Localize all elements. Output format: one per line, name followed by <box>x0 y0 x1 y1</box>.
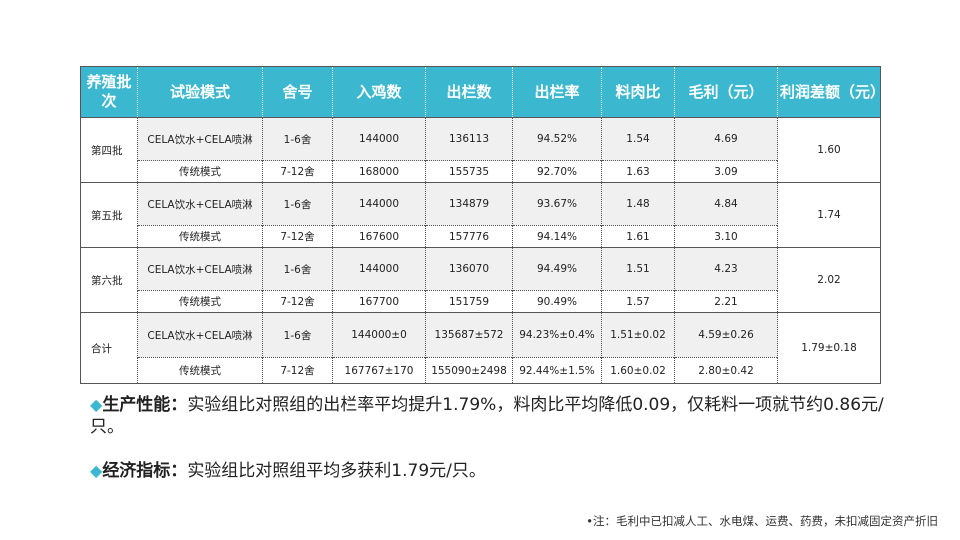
table-cell: 92.44%±1.5% <box>512 357 602 384</box>
table-cell: 134879 <box>425 182 513 226</box>
footnote: •注：毛利中已扣减人工、水电煤、运费、药费，未扣减固定资产折旧 <box>586 514 938 528</box>
table-cell: 136070 <box>425 247 513 291</box>
table-cell: CELA饮水+CELA喷淋 <box>137 312 263 358</box>
table-cell: 144000 <box>332 117 426 161</box>
table-cell: 7-12舍 <box>262 160 333 183</box>
batch-cell: 第六批 <box>80 247 138 313</box>
table-cell: 7-12舍 <box>262 225 333 248</box>
table-cell: 136113 <box>425 117 513 161</box>
table-cell: 144000 <box>332 247 426 291</box>
table-cell: 传统模式 <box>137 290 263 313</box>
table-cell: 157776 <box>425 225 513 248</box>
table-row: 合计 CELA饮水+CELA喷淋 1-6舍 144000±0 135687±572 94.… <box>80 312 881 384</box>
batch-cell: 合计 <box>80 312 138 384</box>
table-cell: 1.61 <box>601 225 675 248</box>
profit-diff-cell: 2.02 <box>777 247 881 313</box>
table-header-row: 养殖批次 试验模式 舍号 入鸡数 出栏数 出栏率 料肉比 毛利（元） 利润差额（元） <box>80 66 885 118</box>
column-header: 料肉比 <box>601 66 675 118</box>
table-cell: CELA饮水+CELA喷淋 <box>137 247 263 291</box>
column-header: 利润差额（元） <box>777 66 885 118</box>
table-cell: 167767±170 <box>332 357 426 384</box>
table-cell: 151759 <box>425 290 513 313</box>
performance-label: 生产性能： <box>102 395 188 415</box>
diamond-bullet-icon: ◆ <box>90 395 103 414</box>
table-cell: 168000 <box>332 160 426 183</box>
performance-text: 实验组比对照组的出栏率平均提升1.79%，料肉比平均降低0.09，仅耗料一项就节… <box>90 395 884 437</box>
results-table: 养殖批次 试验模式 舍号 入鸡数 出栏数 出栏率 料肉比 毛利（元） 利润差额（元） 第四批 CE… <box>80 66 885 384</box>
table-cell: 1.63 <box>601 160 675 183</box>
table-cell: 144000 <box>332 182 426 226</box>
batch-cell: 第四批 <box>80 117 138 183</box>
profit-diff-cell: 1.74 <box>777 182 881 248</box>
table-cell: 传统模式 <box>137 357 263 384</box>
table-cell: 7-12舍 <box>262 290 333 313</box>
table-row: 传统模式 7-12舍 168000 155735 92.70% 1.63 3.09 <box>81 160 881 183</box>
table-cell: 3.09 <box>674 160 778 183</box>
table-cell: 93.67% <box>512 182 602 226</box>
table-row: 传统模式 7-12舍 167700 151759 90.49% 1.57 2.21 <box>81 290 881 313</box>
table-row: 第六批 CELA饮水+CELA喷淋 1-6舍 144000 136070 94.49% 1.… <box>80 247 881 313</box>
table-cell: CELA饮水+CELA喷淋 <box>137 117 263 161</box>
table-cell: 1-6舍 <box>262 312 333 358</box>
table-cell: 1.51±0.02 <box>601 312 675 358</box>
table-cell: 1-6舍 <box>262 182 333 226</box>
table-body: 第四批 CELA饮水+CELA喷淋 1-6舍 144000 136113 94.52% 1.… <box>80 117 881 384</box>
table-cell: 144000±0 <box>332 312 426 358</box>
column-header: 试验模式 <box>137 66 263 118</box>
batch-cell: 第五批 <box>80 182 138 248</box>
table-cell: 2.21 <box>674 290 778 313</box>
table-row: 传统模式 7-12舍 167767±170 155090±2498 92.44%±1.5… <box>81 357 881 384</box>
column-header: 舍号 <box>262 66 333 118</box>
table-cell: 1-6舍 <box>262 247 333 291</box>
profit-diff-cell: 1.60 <box>777 117 881 183</box>
table-cell: 2.80±0.42 <box>674 357 778 384</box>
table-cell: 4.84 <box>674 182 778 226</box>
table-cell: 135687±572 <box>425 312 513 358</box>
economic-text: 实验组比对照组平均多获利1.79元/只。 <box>187 461 486 481</box>
table-row: 传统模式 7-12舍 167600 157776 94.14% 1.61 3.10 <box>81 225 881 248</box>
table-cell: 传统模式 <box>137 160 263 183</box>
table-cell: 1.48 <box>601 182 675 226</box>
table-cell: 1.60±0.02 <box>601 357 675 384</box>
table-cell: 155090±2498 <box>425 357 513 384</box>
table-cell: 92.70% <box>512 160 602 183</box>
table-cell: 传统模式 <box>137 225 263 248</box>
diamond-bullet-icon: ◆ <box>90 461 103 480</box>
economic-note: ◆经济指标：实验组比对照组平均多获利1.79元/只。 <box>90 460 900 482</box>
table-cell: 4.69 <box>674 117 778 161</box>
table-cell: 4.23 <box>674 247 778 291</box>
table-row: 第四批 CELA饮水+CELA喷淋 1-6舍 144000 136113 94.52% 1.… <box>80 117 881 183</box>
table-cell: 167700 <box>332 290 426 313</box>
table-cell: 94.52% <box>512 117 602 161</box>
economic-label: 经济指标： <box>102 461 188 481</box>
table-cell: 90.49% <box>512 290 602 313</box>
column-header: 毛利（元） <box>674 66 778 118</box>
performance-note: ◆生产性能：实验组比对照组的出栏率平均提升1.79%，料肉比平均降低0.09，仅… <box>90 394 900 438</box>
table-cell: 3.10 <box>674 225 778 248</box>
column-header: 入鸡数 <box>332 66 426 118</box>
table-cell: 167600 <box>332 225 426 248</box>
profit-diff-cell: 1.79±0.18 <box>777 312 881 384</box>
table-cell: 1.51 <box>601 247 675 291</box>
table-cell: 1.54 <box>601 117 675 161</box>
table-cell: CELA饮水+CELA喷淋 <box>137 182 263 226</box>
table-cell: 94.23%±0.4% <box>512 312 602 358</box>
column-header: 养殖批次 <box>80 66 138 118</box>
table-cell: 7-12舍 <box>262 357 333 384</box>
table-cell: 155735 <box>425 160 513 183</box>
table-cell: 94.49% <box>512 247 602 291</box>
table-cell: 94.14% <box>512 225 602 248</box>
table-cell: 1-6舍 <box>262 117 333 161</box>
table-row: 第五批 CELA饮水+CELA喷淋 1-6舍 144000 134879 93.67% 1.… <box>80 182 881 248</box>
table-cell: 1.57 <box>601 290 675 313</box>
column-header: 出栏率 <box>512 66 602 118</box>
column-header: 出栏数 <box>425 66 513 118</box>
table-cell: 4.59±0.26 <box>674 312 778 358</box>
